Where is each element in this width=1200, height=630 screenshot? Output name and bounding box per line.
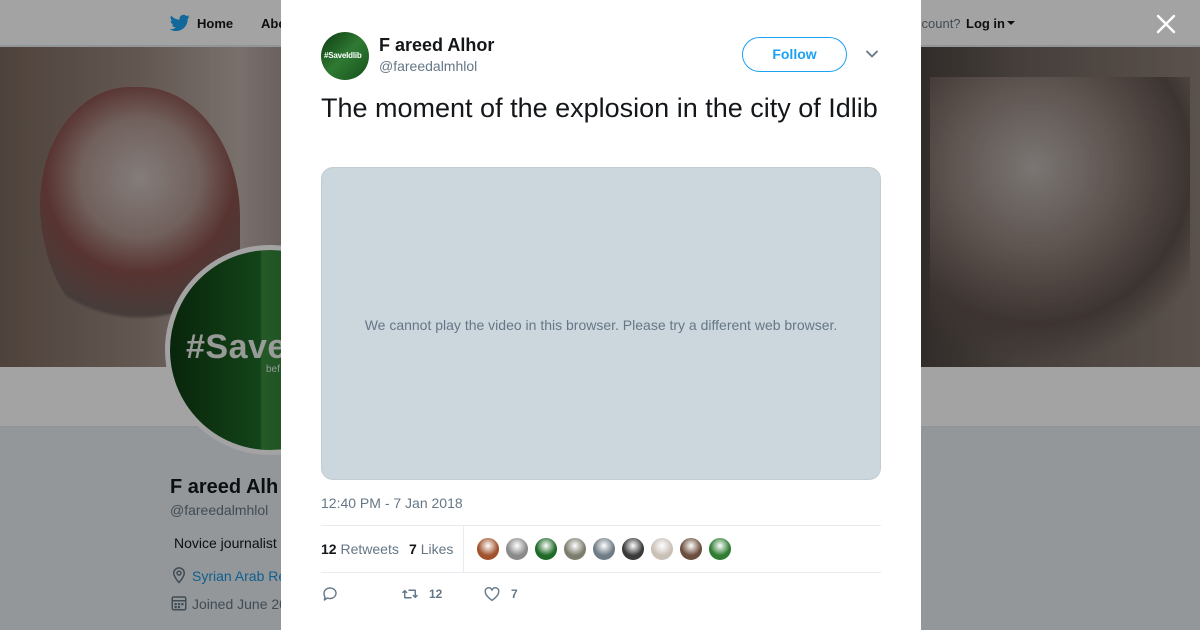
tweet-text: The moment of the explosion in the city … (321, 93, 878, 123)
close-icon[interactable] (1156, 14, 1176, 34)
retweet-count: 12 (429, 587, 443, 601)
likes-label: Likes (420, 541, 454, 557)
liker-avatar[interactable] (563, 537, 587, 561)
tweet-author-avatar-text: #SaveIdlib (324, 51, 362, 60)
tweet-author-handle[interactable]: @fareedalmhlol (379, 58, 477, 74)
video-unsupported-message: We cannot play the video in this browser… (364, 317, 838, 333)
follow-button[interactable]: Follow (742, 37, 847, 72)
likes-count: 7 (409, 541, 417, 557)
tweet-actions: 12 7 (321, 583, 881, 607)
liker-avatar[interactable] (679, 537, 703, 561)
tweet-video-player[interactable]: We cannot play the video in this browser… (321, 167, 881, 480)
liker-avatar[interactable] (476, 537, 500, 561)
like-count: 7 (511, 587, 518, 601)
liker-avatar[interactable] (505, 537, 529, 561)
tweet-timestamp[interactable]: 12:40 PM - 7 Jan 2018 (321, 495, 463, 511)
liker-avatar[interactable] (592, 537, 616, 561)
tweet-author-name[interactable]: F areed Alhor (379, 35, 494, 56)
liker-avatar[interactable] (708, 537, 732, 561)
retweets-stat[interactable]: 12 Retweets (321, 541, 399, 557)
retweets-label: Retweets (340, 541, 399, 557)
liker-avatar[interactable] (650, 537, 674, 561)
tweet-stats: 12 Retweets 7 Likes (321, 525, 881, 573)
likes-stat[interactable]: 7 Likes (409, 541, 453, 557)
liker-avatar[interactable] (621, 537, 645, 561)
tweet-permalink-modal: #SaveIdlib F areed Alhor @fareedalmhlol … (281, 0, 921, 630)
stats-divider (463, 526, 464, 573)
liker-avatar[interactable] (534, 537, 558, 561)
reply-icon (323, 587, 337, 601)
retweet-icon (401, 589, 419, 599)
retweets-count: 12 (321, 541, 337, 557)
tweet-author-avatar[interactable]: #SaveIdlib (321, 32, 369, 80)
heart-icon (484, 587, 500, 602)
chevron-down-icon[interactable] (865, 47, 879, 61)
